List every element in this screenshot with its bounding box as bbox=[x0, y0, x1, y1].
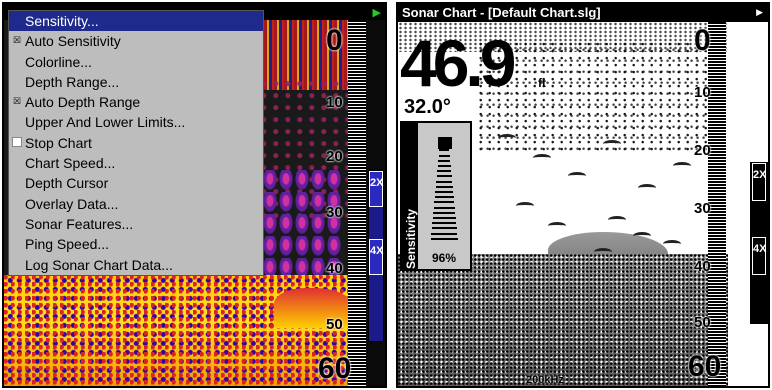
fish-arch bbox=[568, 172, 586, 180]
zoom-2x[interactable]: 2X bbox=[752, 163, 766, 201]
depth-label-40: 40 bbox=[326, 260, 343, 277]
fish-arch bbox=[498, 134, 516, 142]
slider-rung bbox=[431, 232, 457, 235]
fish-arch bbox=[673, 162, 691, 170]
menu-item[interactable]: Sensitivity... bbox=[9, 11, 263, 32]
menu-item-label: Auto Sensitivity bbox=[25, 33, 121, 50]
menu-item[interactable]: Upper And Lower Limits... bbox=[9, 112, 263, 132]
depth-label-20: 20 bbox=[326, 148, 343, 165]
menu-item[interactable]: ☒ Auto Sensitivity bbox=[9, 31, 263, 51]
slider-rung bbox=[431, 227, 457, 230]
right-sonar-chart: 0 10 20 30 40 50 60 2X 4X 46.9 ft 32.0° … bbox=[398, 22, 768, 386]
sensitivity-slider[interactable] bbox=[430, 133, 458, 243]
right-title-bar: Sonar Chart - [Default Chart.slg] ▶ bbox=[398, 4, 768, 22]
right-arrow-icon[interactable]: ▶ bbox=[756, 7, 763, 18]
depth-label-10: 10 bbox=[326, 94, 343, 111]
slider-rung bbox=[439, 149, 449, 152]
menu-item-label: Colorline... bbox=[25, 53, 92, 70]
bottom-signal bbox=[398, 254, 728, 386]
menu-item-label: Depth Cursor bbox=[25, 175, 109, 192]
sonar-menu: Sensitivity... ☒ Auto Sensitivity Colorline… bbox=[8, 10, 264, 276]
zoom-4x[interactable]: 4X bbox=[752, 237, 766, 275]
slider-rung bbox=[433, 211, 455, 214]
menu-item[interactable]: Colorline... bbox=[9, 52, 263, 72]
depth-label-20: 20 bbox=[694, 142, 711, 159]
menu-item[interactable]: Depth Cursor bbox=[9, 173, 263, 193]
menu-item[interactable]: Stop Chart bbox=[9, 133, 263, 153]
slider-rung bbox=[438, 159, 450, 162]
depth-label-bottom: 60 bbox=[318, 352, 352, 385]
slider-rung bbox=[435, 191, 453, 193]
depth-label-30: 30 bbox=[694, 200, 711, 217]
fish-arch bbox=[594, 248, 612, 256]
menu-item-label: Ping Speed... bbox=[25, 236, 110, 253]
menu-item-label: Overlay Data... bbox=[25, 195, 119, 212]
menu-item-label: Chart Speed... bbox=[25, 155, 116, 172]
menu-item[interactable]: Depth Range... bbox=[9, 72, 263, 92]
depth-label-50: 50 bbox=[326, 316, 343, 333]
digital-depth: 46.9 bbox=[400, 26, 516, 100]
fish-arch bbox=[638, 184, 656, 192]
fish-arch bbox=[548, 222, 566, 230]
menu-item[interactable]: Overlay Data... bbox=[9, 194, 263, 214]
menu-item[interactable]: ☒ Auto Depth Range bbox=[9, 92, 263, 112]
depth-scale-strip bbox=[348, 20, 366, 386]
zoom-bar[interactable]: 2X 4X bbox=[368, 170, 384, 342]
slider-rung bbox=[435, 185, 453, 188]
menu-item-label: Log Sonar Chart Data... bbox=[25, 256, 173, 273]
sensitivity-value: 96% bbox=[431, 251, 457, 265]
sensitivity-label: Sensitivity bbox=[404, 208, 418, 269]
menu-item[interactable]: Sonar Features... bbox=[9, 214, 263, 234]
fish-arch bbox=[663, 240, 681, 248]
menu-item-label: Sensitivity... bbox=[25, 13, 99, 29]
slider-rung bbox=[433, 206, 455, 209]
menu-item-label: Sonar Features... bbox=[25, 215, 134, 232]
depth-label-10: 10 bbox=[694, 84, 711, 101]
menu-item-label: Upper And Lower Limits... bbox=[25, 114, 186, 131]
slider-rung bbox=[430, 237, 458, 240]
fish-arch bbox=[533, 154, 551, 162]
fish-arch bbox=[516, 202, 534, 210]
menu-item[interactable]: Ping Speed... bbox=[9, 234, 263, 254]
slider-rung bbox=[437, 165, 451, 167]
checkbox-checked-icon: ☒ bbox=[12, 35, 22, 46]
play-triangle-icon: ▶ bbox=[372, 7, 381, 19]
slider-rung bbox=[432, 217, 456, 219]
slider-rung bbox=[436, 175, 452, 178]
fish-arch bbox=[608, 216, 626, 224]
menu-item[interactable]: Chart Speed... bbox=[9, 153, 263, 173]
water-temperature: 32.0° bbox=[404, 96, 451, 118]
slider-rung bbox=[434, 196, 454, 199]
zoom-bar[interactable]: 2X 4X bbox=[750, 162, 768, 324]
frequency-readout: 200kHz bbox=[526, 374, 564, 386]
menu-item[interactable]: Log Sonar Chart Data... bbox=[9, 255, 263, 275]
slider-rung bbox=[436, 180, 452, 183]
slider-rung bbox=[438, 154, 450, 157]
depth-label-40: 40 bbox=[694, 258, 711, 275]
slider-knob[interactable] bbox=[438, 137, 452, 150]
menu-item-label: Stop Chart bbox=[25, 134, 92, 151]
slider-rung bbox=[434, 201, 454, 204]
menu-item-label: Depth Range... bbox=[25, 73, 120, 90]
zoom-2x[interactable]: 2X bbox=[369, 171, 383, 207]
window-title: Sonar Chart - [Default Chart.slg] bbox=[402, 5, 601, 20]
zoom-4x[interactable]: 4X bbox=[369, 239, 383, 275]
depth-label-top: 0 bbox=[694, 24, 711, 57]
depth-label-bottom: 60 bbox=[688, 350, 722, 383]
checkbox-checked-icon: ☒ bbox=[12, 96, 22, 107]
fish-arch bbox=[633, 232, 651, 240]
depth-label-top: 0 bbox=[326, 24, 343, 57]
checkbox-empty-icon bbox=[12, 136, 22, 147]
right-sonar-panel: Sonar Chart - [Default Chart.slg] ▶ 0 10… bbox=[396, 2, 770, 388]
depth-label-50: 50 bbox=[694, 314, 711, 331]
slider-rung bbox=[432, 222, 456, 225]
slider-rung bbox=[437, 170, 451, 173]
depth-unit: ft bbox=[538, 76, 546, 90]
fish-arch bbox=[603, 140, 621, 148]
menu-item-label: Auto Depth Range bbox=[25, 94, 141, 111]
sensitivity-control[interactable]: Sensitivity 96% bbox=[400, 121, 472, 271]
left-sonar-panel: ▶ 0 10 20 30 40 50 60 2X 4X Sensitivity.… bbox=[2, 2, 387, 388]
depth-label-30: 30 bbox=[326, 204, 343, 221]
